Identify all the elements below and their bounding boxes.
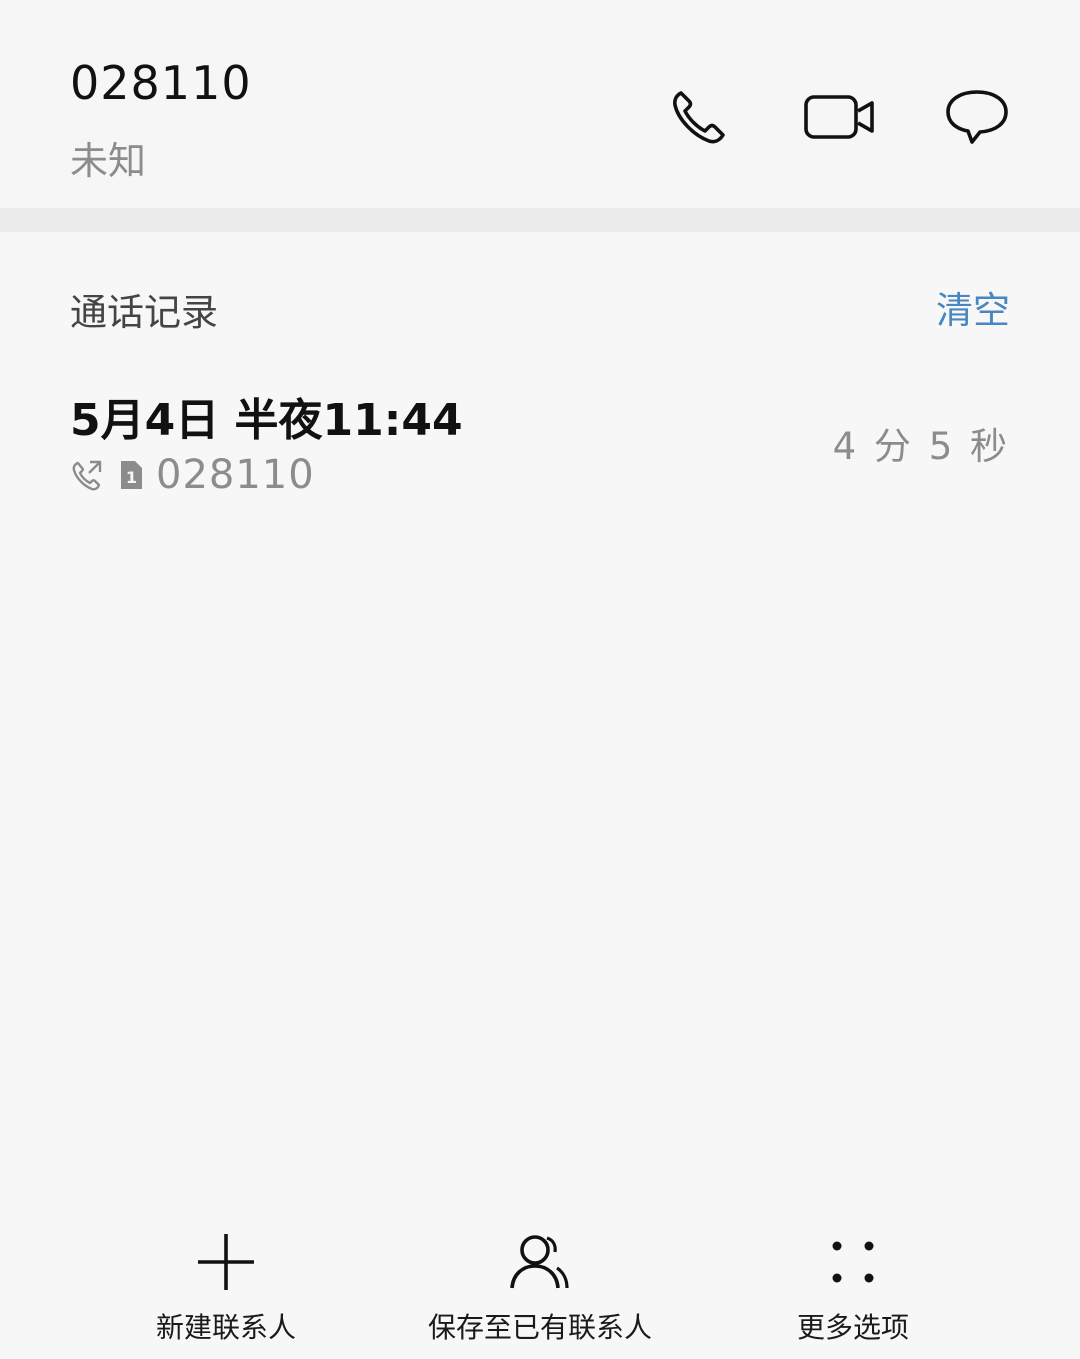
more-options-label: 更多选项: [796, 1311, 909, 1344]
call-log-title: 通话记录: [70, 291, 218, 334]
phone-number: 028110: [70, 56, 252, 110]
more-dots-icon: [832, 1241, 874, 1283]
new-contact-label: 新建联系人: [155, 1311, 296, 1344]
call-record[interactable]: 5月4日 半夜11:44 1 028110 4 分 5 秒: [0, 370, 1080, 510]
message-button[interactable]: [940, 80, 1014, 154]
video-call-button[interactable]: [800, 80, 880, 154]
contact-header: 028110 未知: [0, 0, 1080, 208]
call-details: 1 028110: [70, 452, 315, 498]
section-divider: [0, 208, 1080, 232]
outgoing-call-icon: [72, 460, 102, 491]
video-call-icon: [804, 95, 874, 139]
sim-1-icon: 1: [121, 461, 142, 489]
call-number: 028110: [156, 452, 315, 498]
clear-button[interactable]: 清空: [936, 280, 1010, 334]
save-to-existing-contact-label: 保存至已有联系人: [427, 1311, 652, 1344]
more-options-button[interactable]: 更多选项: [703, 1210, 1003, 1350]
number-location: 未知: [70, 139, 147, 183]
svg-text:1: 1: [126, 468, 137, 487]
new-contact-button[interactable]: 新建联系人: [76, 1210, 376, 1350]
call-button[interactable]: [662, 80, 736, 154]
message-icon: [946, 90, 1008, 144]
plus-icon: [198, 1234, 254, 1290]
call-time: 5月4日 半夜11:44: [70, 395, 463, 446]
bottom-action-bar: 新建联系人 保存至已有联系人 更多选项: [0, 1210, 1080, 1359]
save-to-existing-contact-button[interactable]: 保存至已有联系人: [390, 1210, 690, 1350]
contacts-icon: [510, 1235, 569, 1289]
call-duration: 4 分 5 秒: [832, 425, 1010, 468]
phone-icon: [673, 91, 725, 144]
